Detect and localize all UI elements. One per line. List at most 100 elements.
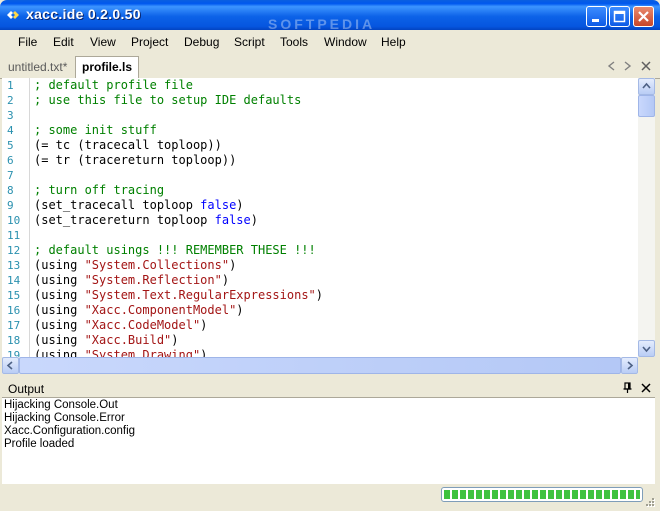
output-text-area[interactable]: Hijacking Console.Out Hijacking Console.E… bbox=[2, 397, 655, 484]
output-line: Profile loaded bbox=[4, 438, 75, 450]
menu-debug[interactable]: Debug bbox=[184, 35, 219, 49]
line-number: 14 bbox=[7, 274, 21, 287]
code-editor[interactable]: 1 2 3 4 5 6 7 8 9 10 11 12 13 14 15 16 17 18 19 ; default … bbox=[2, 78, 638, 357]
scroll-down-icon[interactable] bbox=[638, 340, 655, 357]
tab-profile[interactable]: profile.ls bbox=[75, 56, 140, 78]
code-token: (using bbox=[34, 258, 85, 272]
code-token: (set_tracereturn toploop bbox=[34, 213, 215, 227]
code-token: (= tc (tracecall toploop)) bbox=[34, 138, 222, 152]
code-line[interactable]: (using "System.Collections") bbox=[34, 258, 236, 272]
minimize-button[interactable] bbox=[586, 6, 607, 27]
scroll-up-icon[interactable] bbox=[638, 78, 655, 95]
line-number: 16 bbox=[7, 304, 21, 317]
horizontal-scrollbar[interactable] bbox=[2, 357, 638, 374]
code-token: "System.Collections" bbox=[84, 258, 230, 272]
code-token: (using bbox=[34, 333, 85, 347]
maximize-button[interactable] bbox=[609, 6, 630, 27]
code-token: "Xacc.ComponentModel" bbox=[84, 303, 237, 317]
code-token: ; some init stuff bbox=[34, 123, 157, 137]
code-token: false bbox=[214, 213, 251, 227]
tab-close-icon[interactable] bbox=[640, 60, 652, 72]
code-token: (using bbox=[34, 348, 85, 357]
code-token: false bbox=[200, 198, 237, 212]
code-line[interactable]: ; use this file to setup IDE defaults bbox=[34, 93, 301, 107]
panel-close-icon[interactable] bbox=[640, 382, 652, 394]
line-number: 10 bbox=[7, 214, 21, 227]
line-number-gutter: 1 2 3 4 5 6 7 8 9 10 11 12 13 14 15 16 17 18 19 bbox=[2, 78, 30, 357]
code-token: (using bbox=[34, 273, 85, 287]
minimize-icon bbox=[592, 19, 599, 22]
output-line: Xacc.Configuration.config bbox=[4, 425, 136, 437]
menu-help[interactable]: Help bbox=[381, 35, 406, 49]
line-number: 17 bbox=[7, 319, 21, 332]
maximize-icon bbox=[613, 10, 626, 23]
line-number: 1 bbox=[7, 79, 14, 92]
line-number: 11 bbox=[7, 229, 21, 242]
menu-script[interactable]: Script bbox=[234, 35, 265, 49]
code-line[interactable]: ; default profile file bbox=[34, 78, 193, 92]
line-number: 8 bbox=[7, 184, 14, 197]
code-token: ; turn off tracing bbox=[34, 183, 165, 197]
code-line[interactable]: (= tr (tracereturn toploop)) bbox=[34, 153, 236, 167]
menu-project[interactable]: Project bbox=[131, 35, 168, 49]
code-token: ) bbox=[171, 333, 179, 347]
code-token: ) bbox=[200, 318, 208, 332]
code-line[interactable]: (using "Xacc.Build") bbox=[34, 333, 179, 347]
pin-icon[interactable] bbox=[622, 382, 634, 394]
tab-prev-icon[interactable] bbox=[606, 60, 618, 72]
horizontal-scroll-thumb[interactable] bbox=[19, 357, 621, 374]
code-token: "Xacc.CodeModel" bbox=[84, 318, 201, 332]
menu-edit[interactable]: Edit bbox=[53, 35, 74, 49]
code-line[interactable]: (using "System.Reflection") bbox=[34, 273, 229, 287]
code-token: ; default usings !!! REMEMBER THESE !!! bbox=[34, 243, 316, 257]
code-token: ; default profile file bbox=[34, 78, 193, 92]
output-panel-header bbox=[0, 380, 660, 397]
scroll-left-icon[interactable] bbox=[2, 357, 19, 374]
code-line[interactable]: (using "Xacc.CodeModel") bbox=[34, 318, 207, 332]
vertical-scrollbar[interactable] bbox=[638, 78, 655, 357]
menu-tools[interactable]: Tools bbox=[280, 35, 308, 49]
code-token: ) bbox=[315, 288, 323, 302]
tab-untitled[interactable]: untitled.txt* bbox=[8, 60, 67, 74]
menu-view[interactable]: View bbox=[90, 35, 116, 49]
code-line[interactable]: (set_tracecall toploop false) bbox=[34, 198, 244, 212]
code-token: (using bbox=[34, 318, 85, 332]
code-line[interactable]: (using "System.Text.RegularExpressions") bbox=[34, 288, 323, 302]
code-line[interactable]: ; default usings !!! REMEMBER THESE !!! bbox=[34, 243, 316, 257]
line-number: 19 bbox=[7, 349, 21, 357]
code-token: ) bbox=[250, 213, 258, 227]
code-token: ) bbox=[236, 303, 244, 317]
scroll-corner bbox=[638, 357, 655, 374]
line-number: 6 bbox=[7, 154, 14, 167]
code-line[interactable]: (using "Xacc.ComponentModel") bbox=[34, 303, 244, 317]
code-line[interactable]: (set_tracereturn toploop false) bbox=[34, 213, 258, 227]
code-line[interactable]: (= tc (tracecall toploop)) bbox=[34, 138, 222, 152]
scroll-right-icon[interactable] bbox=[621, 357, 638, 374]
line-number: 5 bbox=[7, 139, 14, 152]
code-token: (= tr (tracereturn toploop)) bbox=[34, 153, 237, 167]
progress-fill bbox=[444, 490, 640, 499]
menu-window[interactable]: Window bbox=[324, 35, 367, 49]
vertical-scroll-thumb[interactable] bbox=[638, 95, 655, 117]
code-token: ) bbox=[200, 348, 208, 357]
progress-bar bbox=[441, 487, 643, 502]
output-line: Hijacking Console.Error bbox=[4, 412, 125, 424]
code-token: "System.Reflection" bbox=[84, 273, 222, 287]
code-line[interactable]: (using "System.Drawing") bbox=[34, 348, 207, 357]
line-number: 12 bbox=[7, 244, 21, 257]
app-icon bbox=[7, 11, 19, 19]
line-number: 3 bbox=[7, 109, 14, 122]
code-line[interactable]: ; turn off tracing bbox=[34, 183, 164, 197]
menu-file[interactable]: File bbox=[18, 35, 37, 49]
resize-grip-icon[interactable] bbox=[644, 496, 656, 508]
code-line[interactable]: ; some init stuff bbox=[34, 123, 157, 137]
code-token: ) bbox=[229, 258, 237, 272]
code-token: "Xacc.Build" bbox=[84, 333, 172, 347]
close-button[interactable] bbox=[633, 6, 654, 27]
window-title: xacc.ide 0.2.0.50 bbox=[26, 6, 141, 22]
line-number: 4 bbox=[7, 124, 14, 137]
tab-next-icon[interactable] bbox=[621, 60, 633, 72]
line-number: 7 bbox=[7, 169, 14, 182]
output-panel-title: Output bbox=[8, 382, 45, 396]
output-line: Hijacking Console.Out bbox=[4, 399, 118, 411]
